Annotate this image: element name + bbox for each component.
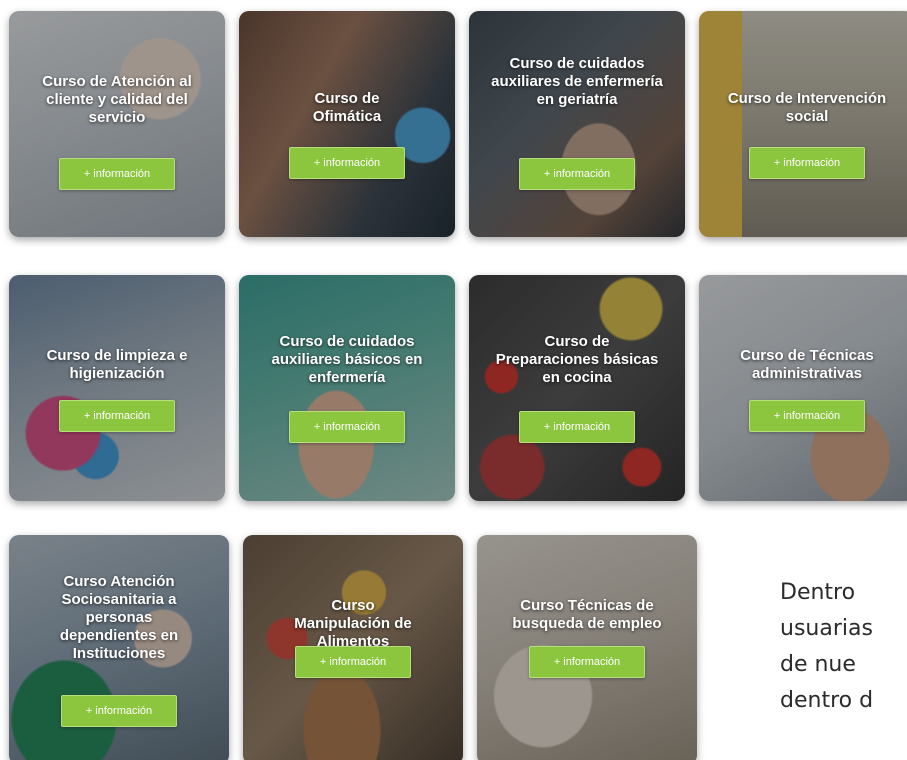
course-card-busqueda-empleo[interactable]: Curso Técnicas de busqueda de empleo + i… bbox=[477, 535, 697, 760]
more-info-button[interactable]: + información bbox=[529, 646, 645, 678]
course-card-tecnicas-administrativas[interactable]: Curso de Técnicas administrativas + info… bbox=[699, 275, 907, 501]
more-info-button[interactable]: + información bbox=[295, 646, 411, 678]
more-info-button[interactable]: + información bbox=[59, 158, 175, 190]
course-title: Curso de cuidados auxiliares básicos en … bbox=[271, 333, 423, 386]
more-info-button[interactable]: + información bbox=[61, 695, 177, 727]
more-info-button[interactable]: + información bbox=[289, 147, 405, 179]
course-card-cuidados-enfermeria[interactable]: Curso de cuidados auxiliares básicos en … bbox=[239, 275, 455, 501]
course-title: Curso de Técnicas administrativas bbox=[740, 347, 874, 382]
course-card-ofimatica[interactable]: Curso de Ofimática + información bbox=[239, 11, 455, 237]
course-card-limpieza[interactable]: Curso de limpieza e higienización + info… bbox=[9, 275, 225, 501]
more-info-button[interactable]: + información bbox=[749, 147, 865, 179]
more-info-button[interactable]: + información bbox=[749, 400, 865, 432]
course-title: Curso Manipulación de Alimentos bbox=[294, 597, 412, 650]
more-info-button[interactable]: + información bbox=[289, 411, 405, 443]
more-info-button[interactable]: + información bbox=[519, 158, 635, 190]
course-title: Curso de Atención al cliente y calidad d… bbox=[42, 73, 192, 126]
course-title: Curso Técnicas de busqueda de empleo bbox=[512, 597, 662, 632]
course-card-intervencion-social[interactable]: Curso de Intervención social + informaci… bbox=[699, 11, 907, 237]
course-card-cuidados-geriatria[interactable]: Curso de cuidados auxiliares de enfermer… bbox=[469, 11, 685, 237]
more-info-button[interactable]: + información bbox=[519, 411, 635, 443]
intro-paragraph: Dentro usuarias de nue dentro d bbox=[780, 580, 874, 713]
more-info-button[interactable]: + información bbox=[59, 400, 175, 432]
course-card-manipulacion-alimentos[interactable]: Curso Manipulación de Alimentos + inform… bbox=[243, 535, 463, 760]
course-title: Curso Atención Sociosanitaria a personas… bbox=[59, 573, 179, 662]
course-card-sociosanitaria[interactable]: Curso Atención Sociosanitaria a personas… bbox=[9, 535, 229, 760]
course-card-cocina[interactable]: Curso de Preparaciones básicas en cocina… bbox=[469, 275, 685, 501]
course-title: Curso de limpieza e higienización bbox=[46, 347, 188, 382]
course-title: Curso de Preparaciones básicas en cocina bbox=[495, 333, 659, 386]
course-card-atencion-cliente[interactable]: Curso de Atención al cliente y calidad d… bbox=[9, 11, 225, 237]
course-title: Curso de Intervención social bbox=[727, 90, 887, 125]
course-title: Curso de Ofimática bbox=[312, 90, 382, 125]
course-title: Curso de cuidados auxiliares de enfermer… bbox=[491, 55, 663, 108]
